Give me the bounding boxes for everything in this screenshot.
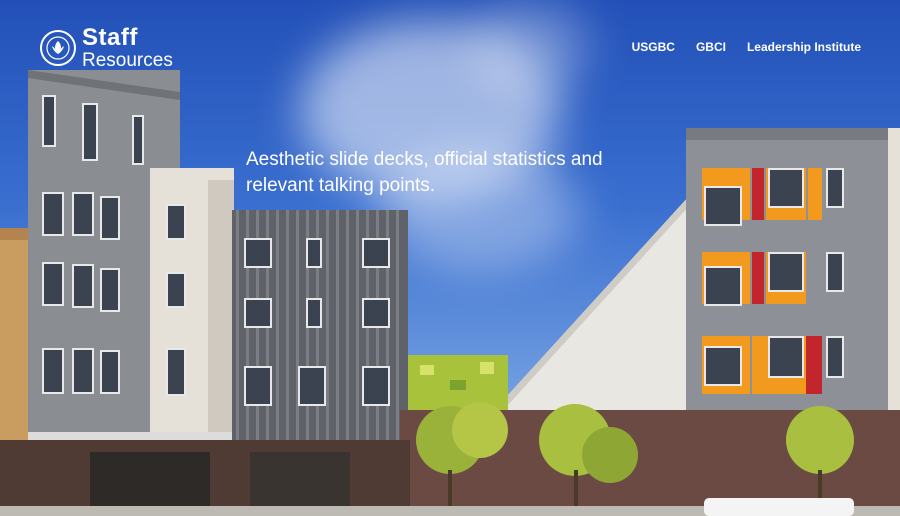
window bbox=[768, 252, 804, 292]
window bbox=[166, 204, 186, 240]
window bbox=[362, 298, 390, 328]
window bbox=[100, 196, 120, 240]
window bbox=[298, 366, 326, 406]
window bbox=[704, 266, 742, 306]
window bbox=[42, 95, 56, 147]
window bbox=[362, 366, 390, 406]
window bbox=[166, 348, 186, 396]
usgbc-seal-icon bbox=[40, 30, 76, 66]
window bbox=[826, 252, 844, 292]
hero-tagline: Aesthetic slide decks, official statisti… bbox=[246, 149, 603, 196]
window bbox=[72, 264, 94, 308]
window bbox=[768, 336, 804, 378]
window bbox=[704, 346, 742, 386]
nav-link-leadership-institute[interactable]: Leadership Institute bbox=[747, 40, 861, 54]
window bbox=[826, 168, 844, 208]
window bbox=[306, 238, 322, 268]
window bbox=[72, 192, 94, 236]
window bbox=[72, 348, 94, 394]
window bbox=[166, 272, 186, 308]
window bbox=[306, 298, 322, 328]
window bbox=[362, 238, 390, 268]
top-nav: USGBC GBCI Leadership Institute bbox=[632, 40, 861, 54]
window bbox=[100, 350, 120, 394]
hero-banner: Staff Resources USGBC GBCI Leadership In… bbox=[0, 0, 900, 516]
window bbox=[244, 298, 272, 328]
window bbox=[132, 115, 144, 165]
window bbox=[244, 238, 272, 268]
brand-logo[interactable]: Staff Resources bbox=[40, 26, 173, 70]
logo-subtitle: Resources bbox=[82, 50, 173, 71]
nav-link-usgbc[interactable]: USGBC bbox=[632, 40, 675, 54]
window bbox=[42, 192, 64, 236]
nav-link-gbci[interactable]: GBCI bbox=[696, 40, 726, 54]
window bbox=[42, 262, 64, 306]
window bbox=[100, 268, 120, 312]
window bbox=[244, 366, 272, 406]
window bbox=[768, 168, 804, 208]
window bbox=[826, 336, 844, 378]
logo-text: Staff Resources bbox=[82, 24, 173, 71]
window bbox=[82, 103, 98, 161]
window bbox=[704, 186, 742, 226]
building-photo bbox=[0, 70, 900, 516]
window bbox=[42, 348, 64, 394]
logo-title: Staff bbox=[82, 24, 138, 51]
